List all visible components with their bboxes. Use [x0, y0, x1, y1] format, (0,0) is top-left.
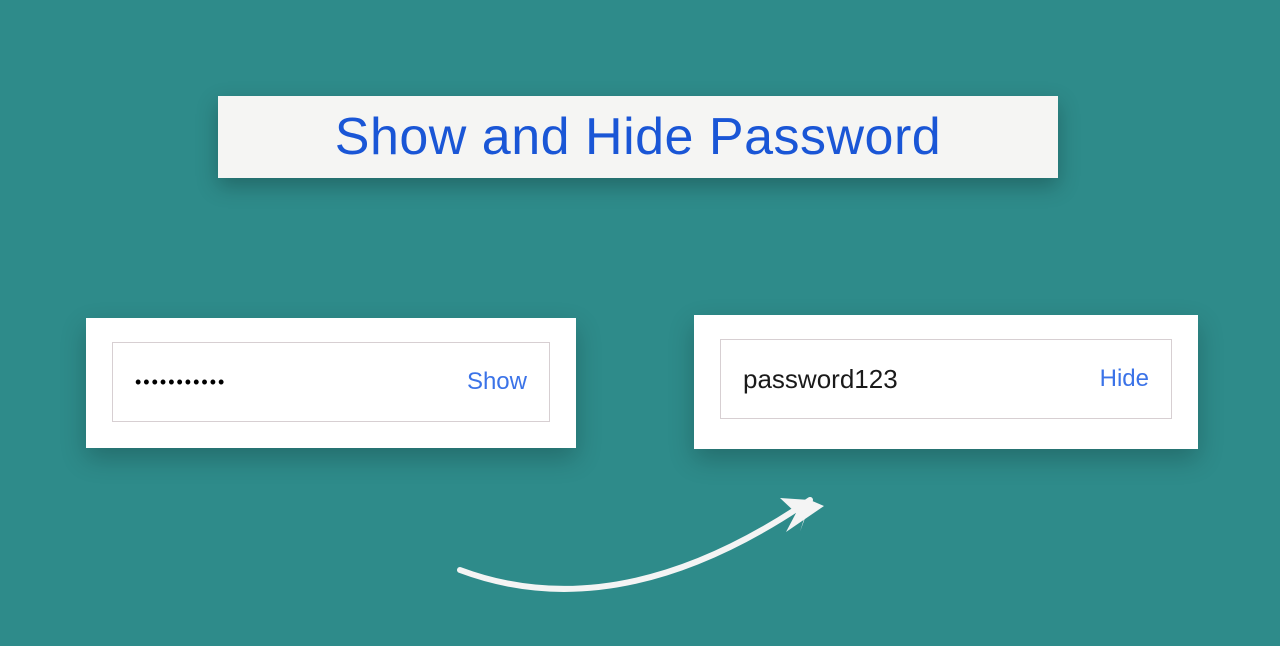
password-masked-value[interactable]: •••••••••••: [135, 372, 226, 393]
page-title: Show and Hide Password: [335, 107, 941, 167]
arrow-icon: [440, 440, 860, 620]
show-button[interactable]: Show: [467, 368, 527, 396]
password-card-hidden: ••••••••••• Show: [86, 318, 576, 448]
password-field-hidden: ••••••••••• Show: [112, 342, 550, 422]
password-card-visible: password123 Hide: [694, 315, 1198, 449]
password-field-visible: password123 Hide: [720, 339, 1172, 419]
transition-arrow: [440, 440, 860, 620]
password-revealed-value[interactable]: password123: [743, 364, 898, 395]
hide-button[interactable]: Hide: [1100, 365, 1149, 393]
title-banner: Show and Hide Password: [218, 96, 1058, 178]
